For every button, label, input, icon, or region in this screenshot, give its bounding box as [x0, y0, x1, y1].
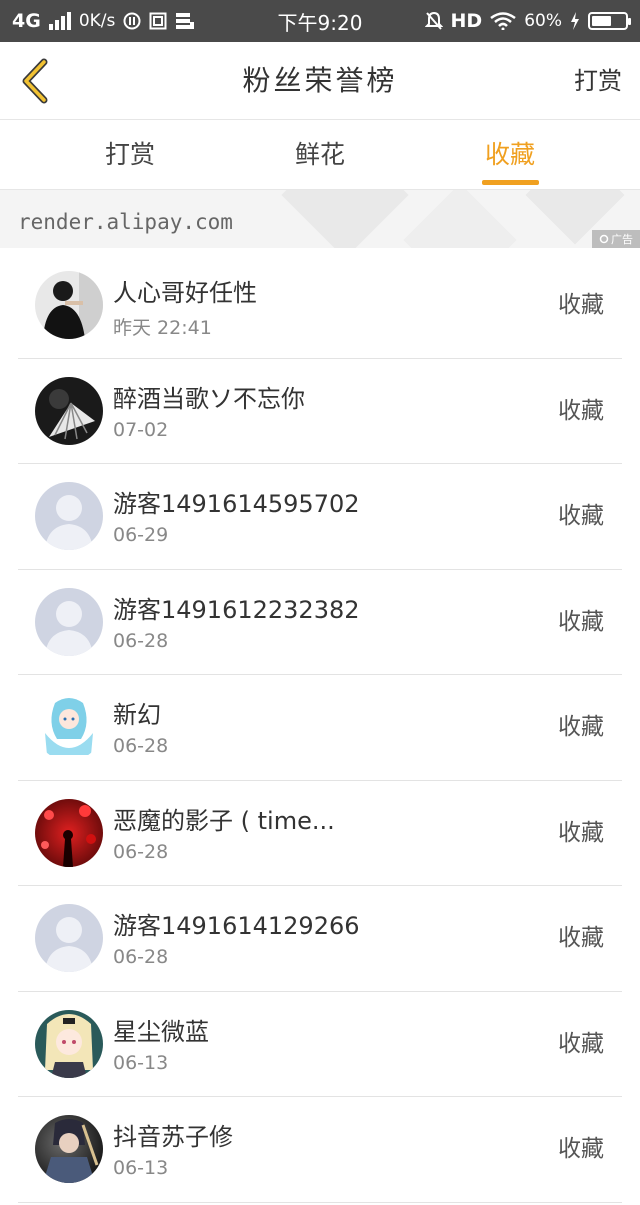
avatar[interactable]	[35, 376, 103, 445]
list-item[interactable]: 恶魔的影子 ( time... 06-28 收藏	[18, 781, 622, 886]
favorite-label: 收藏	[558, 397, 604, 424]
favorite-label: 收藏	[558, 925, 604, 951]
timestamp: 06-29	[113, 524, 169, 546]
reward-button[interactable]: 打赏	[574, 42, 622, 120]
avatar[interactable]	[35, 271, 103, 339]
tab-active-indicator	[482, 180, 539, 185]
nav-header: 粉丝荣誉榜 打赏	[0, 42, 640, 120]
refresh-icon	[599, 234, 609, 244]
list-item[interactable]: 星尘微蓝 06-13 收藏	[18, 992, 622, 1097]
status-bar: 4G 0K/s 下午9:20 HD 60%	[0, 0, 640, 42]
timestamp: 06-13	[113, 1051, 169, 1074]
ad-badge: 广告	[592, 230, 640, 248]
timestamp: 07-02	[113, 418, 169, 441]
storage-icon	[175, 12, 195, 30]
user-name: 抖音苏子修	[113, 1123, 233, 1151]
list-item[interactable]: 游客1491614129266 06-28 收藏	[18, 886, 622, 992]
timestamp: 06-28	[113, 946, 169, 968]
network-type: 4G	[12, 10, 41, 32]
battery-percent: 60%	[524, 11, 562, 31]
ad-banner[interactable]: render.alipay.com 广告	[0, 190, 640, 248]
charging-icon	[570, 12, 580, 30]
ad-decoration	[403, 190, 517, 248]
list-item[interactable]: 抖音苏子修 06-13 收藏	[18, 1097, 622, 1203]
favorite-label: 收藏	[558, 1136, 604, 1162]
list-item[interactable]: 人心哥好任性昨天 22:41 收藏	[18, 253, 622, 359]
tab-flowers[interactable]: 鲜花	[260, 120, 380, 190]
fan-list: 人心哥好任性 昨天 22:41 收藏 醉酒当歌ソ不忘你 07-02 收藏 游客1491614…	[18, 253, 622, 1203]
avatar[interactable]	[35, 1009, 103, 1078]
battery-icon	[588, 12, 631, 30]
list-item[interactable]: 新幻 06-28 收藏	[18, 675, 622, 781]
user-name: 游客1491612232382	[113, 595, 360, 624]
signal-icon	[48, 12, 71, 30]
timestamp: 06-28	[113, 629, 169, 652]
wifi-icon	[490, 12, 516, 30]
avatar[interactable]	[35, 798, 103, 867]
avatar[interactable]	[35, 693, 103, 761]
timestamp: 06-28	[113, 735, 169, 757]
tab-reward[interactable]: 打赏	[70, 120, 190, 190]
avatar[interactable]	[35, 1115, 103, 1183]
sim-icon	[149, 12, 167, 30]
ad-url: render.alipay.com	[18, 210, 233, 234]
user-name: 游客1491614595702	[113, 490, 360, 518]
favorite-label: 收藏	[558, 608, 604, 635]
avatar[interactable]	[35, 482, 103, 550]
list-item[interactable]: 游客1491612232382 06-28 收藏	[18, 570, 622, 675]
timestamp: 06-13	[113, 1157, 169, 1179]
user-name: 醉酒当歌ソ不忘你	[113, 384, 305, 413]
user-name: 游客1491614129266	[113, 912, 360, 940]
avatar[interactable]	[35, 904, 103, 972]
user-name: 新幻	[113, 701, 161, 729]
timestamp: 昨天 22:41	[113, 317, 212, 339]
list-item[interactable]: 游客1491614595702 06-29 收藏	[18, 464, 622, 570]
network-speed: 0K/s	[78, 11, 116, 31]
mute-bell-icon	[424, 11, 443, 31]
ad-decoration	[281, 190, 409, 248]
favorite-label: 收藏	[558, 819, 604, 846]
avatar[interactable]	[35, 587, 103, 656]
list-item[interactable]: 醉酒当歌ソ不忘你 07-02 收藏	[18, 359, 622, 464]
favorite-label: 收藏	[558, 503, 604, 529]
notification-icon	[123, 12, 141, 30]
hd-label: HD	[450, 10, 483, 32]
favorite-label: 收藏	[558, 292, 604, 318]
tab-bar: 打赏 鲜花 收藏	[0, 120, 640, 190]
user-name: 星尘微蓝	[113, 1017, 209, 1046]
timestamp: 06-28	[113, 840, 169, 863]
page-title: 粉丝荣誉榜	[242, 64, 398, 97]
user-name: 人心哥好任性	[113, 279, 257, 307]
favorite-label: 收藏	[558, 714, 604, 740]
user-name: 恶魔的影子 ( time...	[113, 806, 335, 835]
ad-badge-label: 广告	[611, 233, 633, 246]
favorite-label: 收藏	[558, 1030, 604, 1057]
